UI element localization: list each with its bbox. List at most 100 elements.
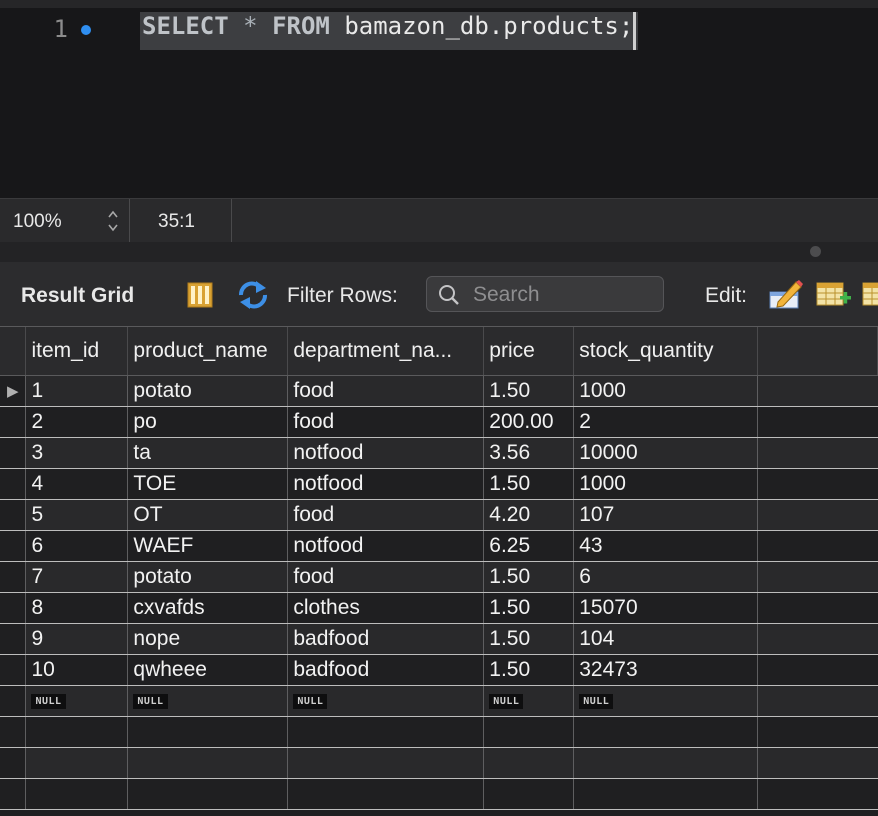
table-row[interactable]: 3 ta notfood 3.56 10000	[0, 437, 878, 469]
column-header-price[interactable]: price	[483, 327, 575, 376]
cell-product-name[interactable]: potato	[127, 375, 289, 407]
table-row[interactable]: 9 nope badfood 1.50 104	[0, 623, 878, 655]
splitter-handle-icon[interactable]	[810, 246, 821, 257]
cell-item-id[interactable]: 9	[25, 623, 129, 655]
filter-search-field[interactable]	[426, 276, 664, 312]
cell-stock-quantity[interactable]: 2	[573, 406, 759, 438]
cell-item-id[interactable]: 8	[25, 592, 129, 624]
table-row[interactable]: 10 qwheee badfood 1.50 32473	[0, 654, 878, 686]
cell-product-name[interactable]: WAEF	[127, 530, 289, 562]
cell-department-name[interactable]: food	[287, 406, 485, 438]
cell-stock-quantity[interactable]: 104	[573, 623, 759, 655]
cell-price[interactable]	[483, 716, 575, 748]
cell-department-name[interactable]: food	[287, 561, 485, 593]
cell-department-name[interactable]: notfood	[287, 468, 485, 500]
cell-product-name[interactable]	[127, 747, 289, 779]
row-selector[interactable]: ▶	[0, 375, 27, 407]
edit-pencil-icon[interactable]	[768, 278, 804, 310]
grid-layout-icon[interactable]	[187, 282, 213, 308]
cell-price[interactable]: 1.50	[483, 592, 575, 624]
column-header-stock-quantity[interactable]: stock_quantity	[573, 327, 759, 376]
cell-price[interactable]: 1.50	[483, 468, 575, 500]
column-header-department-name[interactable]: department_na...	[287, 327, 485, 376]
cell-item-id[interactable]: 4	[25, 468, 129, 500]
cell-item-id[interactable]	[25, 716, 129, 748]
cell-item-id[interactable]: 2	[25, 406, 129, 438]
cell-price[interactable]: 1.50	[483, 561, 575, 593]
cell-item-id[interactable]: NULL	[25, 685, 129, 717]
cell-item-id[interactable]: 3	[25, 437, 129, 469]
table-row[interactable]: 8 cxvafds clothes 1.50 15070	[0, 592, 878, 624]
cell-stock-quantity[interactable]: 6	[573, 561, 759, 593]
cell-item-id[interactable]: 5	[25, 499, 129, 531]
sql-editor[interactable]: 1 SELECT * FROM bamazon_db.products;	[0, 0, 878, 198]
row-selector[interactable]	[0, 499, 27, 531]
cell-product-name[interactable]: potato	[127, 561, 289, 593]
cell-price[interactable]	[483, 747, 575, 779]
cell-item-id[interactable]: 7	[25, 561, 129, 593]
table-row[interactable]: 2 po food 200.00 2	[0, 406, 878, 438]
row-selector[interactable]	[0, 468, 27, 500]
cell-price[interactable]: 6.25	[483, 530, 575, 562]
cell-stock-quantity[interactable]: 32473	[573, 654, 759, 686]
table-row[interactable]: 7 potato food 1.50 6	[0, 561, 878, 593]
column-header-product-name[interactable]: product_name	[127, 327, 289, 376]
cell-price[interactable]: 1.50	[483, 654, 575, 686]
row-selector[interactable]	[0, 623, 27, 655]
empty-row[interactable]	[0, 716, 878, 748]
row-selector[interactable]	[0, 406, 27, 438]
cell-department-name[interactable]: clothes	[287, 592, 485, 624]
cell-item-id[interactable]: 10	[25, 654, 129, 686]
cell-stock-quantity[interactable]: 15070	[573, 592, 759, 624]
cell-department-name[interactable]: notfood	[287, 437, 485, 469]
cell-stock-quantity[interactable]	[573, 747, 759, 779]
row-selector[interactable]	[0, 592, 27, 624]
add-row-icon[interactable]	[816, 280, 852, 310]
cell-department-name[interactable]: food	[287, 499, 485, 531]
cell-product-name[interactable]: cxvafds	[127, 592, 289, 624]
cell-stock-quantity[interactable]: 10000	[573, 437, 759, 469]
cell-product-name[interactable]: OT	[127, 499, 289, 531]
row-selector[interactable]	[0, 778, 27, 810]
cell-stock-quantity[interactable]	[573, 716, 759, 748]
cell-product-name[interactable]: nope	[127, 623, 289, 655]
table-row[interactable]: 6 WAEF notfood 6.25 43	[0, 530, 878, 562]
cell-department-name[interactable]: notfood	[287, 530, 485, 562]
new-row-placeholder[interactable]: NULL NULL NULL NULL NULL	[0, 685, 878, 717]
cell-stock-quantity[interactable]: NULL	[573, 685, 759, 717]
row-selector[interactable]	[0, 685, 27, 717]
cell-item-id[interactable]	[25, 778, 129, 810]
cell-product-name[interactable]: ta	[127, 437, 289, 469]
cell-product-name[interactable]: po	[127, 406, 289, 438]
cell-price[interactable]: NULL	[483, 685, 575, 717]
cell-price[interactable]: 1.50	[483, 623, 575, 655]
cell-product-name[interactable]	[127, 778, 289, 810]
refresh-icon[interactable]	[236, 280, 270, 310]
cell-department-name[interactable]	[287, 747, 485, 779]
cell-department-name[interactable]: food	[287, 375, 485, 407]
sql-statement[interactable]: SELECT * FROM bamazon_db.products;	[140, 12, 639, 50]
cell-stock-quantity[interactable]: 43	[573, 530, 759, 562]
cell-stock-quantity[interactable]: 1000	[573, 468, 759, 500]
cell-department-name[interactable]: NULL	[287, 685, 485, 717]
cell-department-name[interactable]: badfood	[287, 623, 485, 655]
cell-product-name[interactable]	[127, 716, 289, 748]
table-row[interactable]: ▶ 1 potato food 1.50 1000	[0, 375, 878, 407]
delete-row-icon[interactable]	[862, 280, 878, 310]
cell-item-id[interactable]	[25, 747, 129, 779]
cell-department-name[interactable]	[287, 716, 485, 748]
column-header-item-id[interactable]: item_id	[25, 327, 129, 376]
search-input[interactable]	[471, 281, 655, 309]
cell-department-name[interactable]: badfood	[287, 654, 485, 686]
row-selector[interactable]	[0, 437, 27, 469]
table-row[interactable]: 5 OT food 4.20 107	[0, 499, 878, 531]
cell-price[interactable]: 200.00	[483, 406, 575, 438]
cell-item-id[interactable]: 6	[25, 530, 129, 562]
row-selector[interactable]	[0, 747, 27, 779]
row-selector[interactable]	[0, 530, 27, 562]
empty-row[interactable]	[0, 778, 878, 810]
cell-stock-quantity[interactable]: 107	[573, 499, 759, 531]
table-row[interactable]: 4 TOE notfood 1.50 1000	[0, 468, 878, 500]
cell-product-name[interactable]: TOE	[127, 468, 289, 500]
cell-price[interactable]: 4.20	[483, 499, 575, 531]
